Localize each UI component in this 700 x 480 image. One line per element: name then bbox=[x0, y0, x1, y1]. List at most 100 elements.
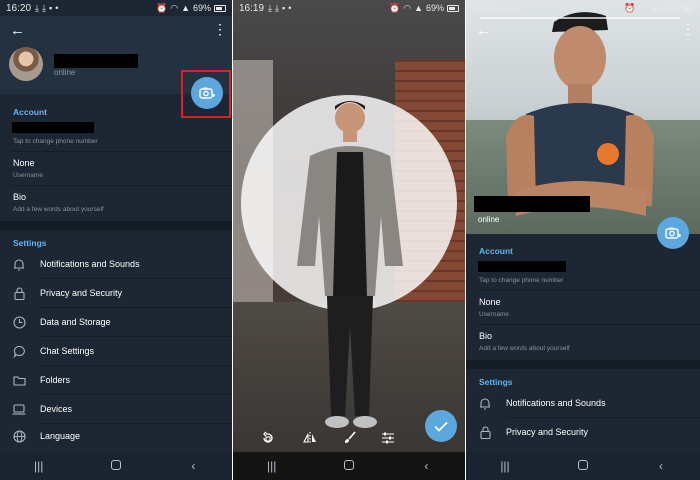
system-nav-bar: ||| ‹ bbox=[233, 452, 465, 480]
battery-percent: 69% bbox=[425, 3, 444, 13]
bio-value[interactable]: Bio bbox=[479, 331, 492, 341]
more-options-icon[interactable]: ⋮ bbox=[213, 22, 227, 36]
camera-button-highlight bbox=[181, 70, 231, 118]
setting-data-and-storage[interactable]: Data and Storage bbox=[0, 308, 232, 336]
clock-icon bbox=[12, 315, 26, 329]
screenshot-collage: 16:20 ⤓ ⤓ ▪ • ⏰ ◠ ▲ 69% ← ⋮ online Accou… bbox=[0, 0, 700, 480]
bio-hint: Add a few words about yourself bbox=[479, 345, 570, 352]
divider bbox=[12, 151, 232, 152]
back-nav-icon[interactable]: ‹ bbox=[651, 459, 671, 473]
photo-crop-editor: 16:19 ⤓ ⤓ ▪ • ⏰ ◠ ▲ 69% ||| ‹ bbox=[233, 0, 465, 480]
setting-label: Privacy and Security bbox=[40, 288, 123, 298]
account-section-title: Account bbox=[479, 246, 513, 256]
status-bar: 16:19 ⤓ ⤓ ▪ • ⏰ ◠ ▲ 69% bbox=[233, 0, 465, 16]
more-notifications-icon: • bbox=[288, 3, 292, 13]
setting-label: Data and Storage bbox=[40, 317, 111, 327]
avatar[interactable] bbox=[9, 47, 43, 81]
settings-section-title: Settings bbox=[13, 238, 47, 248]
setting-label: Notifications and Sounds bbox=[506, 398, 606, 408]
more-options-icon[interactable]: ⋮ bbox=[681, 22, 695, 36]
redacted-phone-number[interactable] bbox=[478, 261, 566, 272]
download-icon: ⤓ bbox=[508, 2, 512, 13]
username-label: Username bbox=[479, 311, 509, 318]
back-nav-icon[interactable]: ‹ bbox=[183, 459, 203, 473]
back-nav-icon[interactable]: ‹ bbox=[416, 459, 436, 473]
recent-apps-icon[interactable]: ||| bbox=[262, 459, 282, 473]
folder-icon bbox=[12, 375, 26, 386]
setting-label: Chat Settings bbox=[40, 346, 95, 356]
settings-section-title: Settings bbox=[479, 377, 513, 387]
redacted-name bbox=[54, 54, 138, 68]
setting-privacy-and-security[interactable]: Privacy and Security bbox=[0, 279, 232, 307]
redacted-name bbox=[474, 196, 590, 212]
chat-bubble-icon bbox=[13, 345, 25, 358]
battery-percent: 69% bbox=[192, 3, 211, 13]
battery-icon bbox=[682, 4, 694, 12]
home-icon bbox=[578, 460, 588, 470]
home-button[interactable] bbox=[339, 459, 359, 473]
status-bar: 16:20 ⤓ ⤓ ▪ • ⏰ ◠ ▲ 69% bbox=[0, 0, 232, 16]
divider bbox=[478, 290, 700, 291]
download-icon: ⤓ bbox=[501, 2, 506, 13]
recent-apps-icon[interactable]: ||| bbox=[495, 459, 515, 473]
home-icon bbox=[343, 460, 354, 470]
system-nav-bar: ||| ‹ bbox=[466, 452, 700, 480]
status-bar: 16:20 ⤓ ⤓ ▪ • ⏰ ◠ ▲ 69% bbox=[466, 0, 700, 16]
battery-icon bbox=[214, 4, 226, 12]
username-value[interactable]: None bbox=[479, 297, 501, 307]
signal-icon: ▲ bbox=[649, 3, 658, 13]
recent-apps-icon[interactable]: ||| bbox=[29, 459, 49, 473]
set-photo-button[interactable] bbox=[657, 217, 689, 249]
wifi-icon: ◠ bbox=[638, 2, 647, 13]
bio-value[interactable]: Bio bbox=[13, 192, 26, 202]
battery-percent: 69% bbox=[660, 3, 679, 13]
mirror-icon[interactable] bbox=[303, 431, 317, 445]
setting-notifications-and-sounds[interactable]: Notifications and Sounds bbox=[466, 389, 700, 417]
brush-icon[interactable] bbox=[343, 431, 357, 445]
bio-hint: Add a few words about yourself bbox=[13, 206, 104, 213]
phone-hint: Tap to change phone number bbox=[479, 277, 564, 284]
divider bbox=[12, 185, 232, 186]
setting-folders[interactable]: Folders bbox=[0, 366, 232, 394]
username-value[interactable]: None bbox=[13, 158, 35, 168]
account-section-title: Account bbox=[13, 107, 47, 117]
redacted-phone-number[interactable] bbox=[12, 122, 94, 133]
back-arrow-icon[interactable]: ← bbox=[476, 23, 491, 38]
phone-hint: Tap to change phone number bbox=[13, 138, 98, 145]
setting-label: Notifications and Sounds bbox=[40, 259, 140, 269]
notification-icon: ▪ bbox=[282, 3, 286, 13]
wifi-icon: ◠ bbox=[170, 2, 179, 13]
home-button[interactable] bbox=[106, 459, 126, 473]
setting-chat-settings[interactable]: Chat Settings bbox=[0, 337, 232, 365]
rotate-icon[interactable] bbox=[261, 431, 275, 445]
setting-label: Privacy and Security bbox=[506, 427, 589, 437]
notification-icon: ▪ bbox=[515, 3, 519, 13]
setting-language[interactable]: Language bbox=[0, 422, 232, 450]
home-icon bbox=[110, 460, 121, 470]
alarm-icon: ⏰ bbox=[388, 2, 401, 13]
lock-icon bbox=[13, 286, 25, 300]
adjust-icon[interactable] bbox=[381, 431, 395, 445]
setting-label: Folders bbox=[40, 375, 71, 385]
camera-add-icon bbox=[665, 227, 681, 239]
signal-icon: ▲ bbox=[414, 3, 423, 13]
more-notifications-icon: • bbox=[55, 3, 59, 13]
signal-icon: ▲ bbox=[181, 3, 190, 13]
online-status: online bbox=[54, 68, 76, 77]
section-gap bbox=[0, 221, 232, 230]
setting-label: Language bbox=[40, 431, 81, 441]
back-arrow-icon[interactable]: ← bbox=[10, 23, 25, 38]
setting-devices[interactable]: Devices bbox=[0, 395, 232, 423]
globe-icon bbox=[12, 429, 26, 443]
confirm-crop-button[interactable] bbox=[425, 410, 457, 442]
alarm-icon: ⏰ bbox=[155, 2, 168, 13]
setting-privacy-and-security[interactable]: Privacy and Security bbox=[466, 418, 700, 446]
notification-icon: ▪ bbox=[49, 3, 53, 13]
download-icon: ⤓ bbox=[268, 2, 273, 13]
story-progress-bar bbox=[480, 17, 680, 19]
setting-notifications-and-sounds[interactable]: Notifications and Sounds bbox=[0, 250, 232, 278]
setting-label: Devices bbox=[40, 404, 73, 414]
home-button[interactable] bbox=[573, 459, 593, 473]
download-icon: ⤓ bbox=[275, 2, 279, 13]
more-notifications-icon: • bbox=[521, 3, 525, 13]
